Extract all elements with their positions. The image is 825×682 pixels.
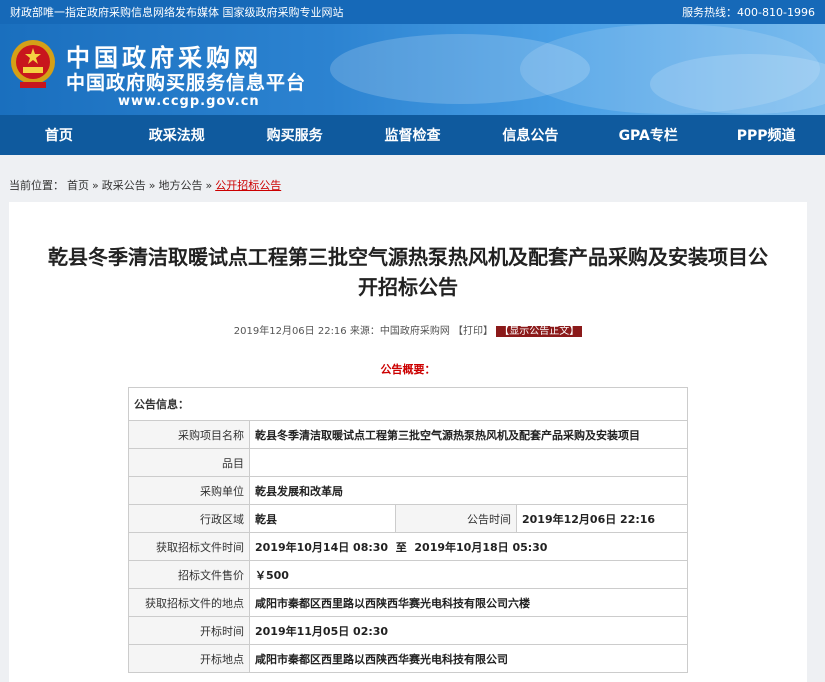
- article-title: 乾县冬季清洁取暖试点工程第三批空气源热泵热风机及配套产品采购及安装项目公开招标公…: [48, 245, 768, 299]
- row-label: 获取招标文件时间: [128, 532, 250, 561]
- site-url: www.ccgp.gov.cn: [118, 94, 260, 109]
- nav-purchase-services[interactable]: 购买服务: [236, 125, 354, 145]
- row-value: 乾县: [249, 504, 396, 533]
- nav-announcements[interactable]: 信息公告: [471, 125, 589, 145]
- breadcrumb-current[interactable]: 公开招标公告: [215, 177, 281, 193]
- table-row: 行政区域 乾县 公告时间 2019年12月06日 22:16: [128, 504, 688, 533]
- row-label: 采购项目名称: [128, 420, 250, 449]
- top-info-bar: 财政部唯一指定政府采购信息网络发布媒体 国家级政府采购专业网站 服务热线：400…: [0, 0, 825, 24]
- table-row: 获取招标文件时间 2019年10月14日 08:30 至 2019年10月18日…: [128, 532, 688, 561]
- publish-info: 2019年12月06日 22:16 来源：中国政府采购网 【打印】: [233, 326, 494, 337]
- nav-ppp[interactable]: PPP频道: [707, 125, 825, 145]
- row-value: 2019年12月06日 22:16: [516, 504, 688, 533]
- announcement-info-table: 公告信息： 采购项目名称 乾县冬季清洁取暖试点工程第三批空气源热泵热风机及配套产…: [128, 387, 688, 673]
- table-row: 采购单位 乾县发展和改革局: [128, 476, 688, 505]
- article-card: 乾县冬季清洁取暖试点工程第三批空气源热泵热风机及配套产品采购及安装项目公开招标公…: [9, 202, 807, 682]
- national-emblem-icon: [11, 40, 55, 88]
- row-value: [249, 448, 688, 477]
- row-value: 咸阳市秦都区西里路以西陕西华赛光电科技有限公司: [249, 644, 688, 673]
- row-value: 乾县发展和改革局: [249, 476, 688, 505]
- row-value: 乾县冬季清洁取暖试点工程第三批空气源热泵热风机及配套产品采购及安装项目: [249, 420, 688, 449]
- row-label: 行政区域: [128, 504, 250, 533]
- breadcrumb: 当前位置： 首页 » 政采公告 » 地方公告 » 公开招标公告: [0, 173, 825, 197]
- nav-home[interactable]: 首页: [0, 125, 118, 145]
- nav-gpa[interactable]: GPA专栏: [589, 125, 707, 145]
- row-label: 采购单位: [128, 476, 250, 505]
- breadcrumb-prefix: 当前位置：: [9, 179, 64, 192]
- row-label: 开标地点: [128, 644, 250, 673]
- breadcrumb-sep: »: [205, 178, 213, 192]
- row-label: 开标时间: [128, 616, 250, 645]
- table-row: 开标地点 咸阳市秦都区西里路以西陕西华赛光电科技有限公司: [128, 644, 688, 673]
- article-meta: 2019年12月06日 22:16 来源：中国政府采购网 【打印】 【显示公告正…: [9, 322, 807, 337]
- breadcrumb-gov-announcements[interactable]: 政采公告: [102, 177, 146, 193]
- breadcrumb-sep: »: [92, 178, 99, 192]
- row-label: 获取招标文件的地点: [128, 588, 250, 617]
- breadcrumb-local-announcements[interactable]: 地方公告: [158, 177, 202, 193]
- nav-supervision[interactable]: 监督检查: [354, 125, 472, 145]
- row-label: 公告时间: [395, 504, 517, 533]
- show-text-button[interactable]: 【显示公告正文】: [496, 326, 583, 337]
- row-label: 招标文件售价: [128, 560, 250, 589]
- table-section-header: 公告信息：: [128, 387, 688, 421]
- row-label: 品目: [128, 448, 250, 477]
- table-row: 品目: [128, 448, 688, 477]
- table-row: 采购项目名称 乾县冬季清洁取暖试点工程第三批空气源热泵热风机及配套产品采购及安装…: [128, 420, 688, 449]
- main-nav: 首页 政采法规 购买服务 监督检查 信息公告 GPA专栏 PPP频道: [0, 115, 825, 155]
- row-value: ￥500: [249, 560, 688, 589]
- site-banner: 中国政府采购网 中国政府购买服务信息平台 www.ccgp.gov.cn: [0, 24, 825, 115]
- row-value: 2019年10月14日 08:30 至 2019年10月18日 05:30: [249, 532, 688, 561]
- site-slogan: 财政部唯一指定政府采购信息网络发布媒体 国家级政府采购专业网站: [10, 6, 344, 19]
- table-row: 招标文件售价 ￥500: [128, 560, 688, 589]
- breadcrumb-sep: »: [148, 178, 156, 192]
- summary-label: 公告概要：: [380, 363, 436, 376]
- service-hotline: 服务热线：400-810-1996: [682, 6, 815, 19]
- site-logo-subtitle: 中国政府购买服务信息平台: [66, 72, 307, 94]
- row-value: 2019年11月05日 02:30: [249, 616, 688, 645]
- table-row: 开标时间 2019年11月05日 02:30: [128, 616, 688, 645]
- nav-regulations[interactable]: 政采法规: [118, 125, 236, 145]
- table-row: 获取招标文件的地点 咸阳市秦都区西里路以西陕西华赛光电科技有限公司六楼: [128, 588, 688, 617]
- row-value: 咸阳市秦都区西里路以西陕西华赛光电科技有限公司六楼: [249, 588, 688, 617]
- breadcrumb-home[interactable]: 首页: [67, 177, 89, 193]
